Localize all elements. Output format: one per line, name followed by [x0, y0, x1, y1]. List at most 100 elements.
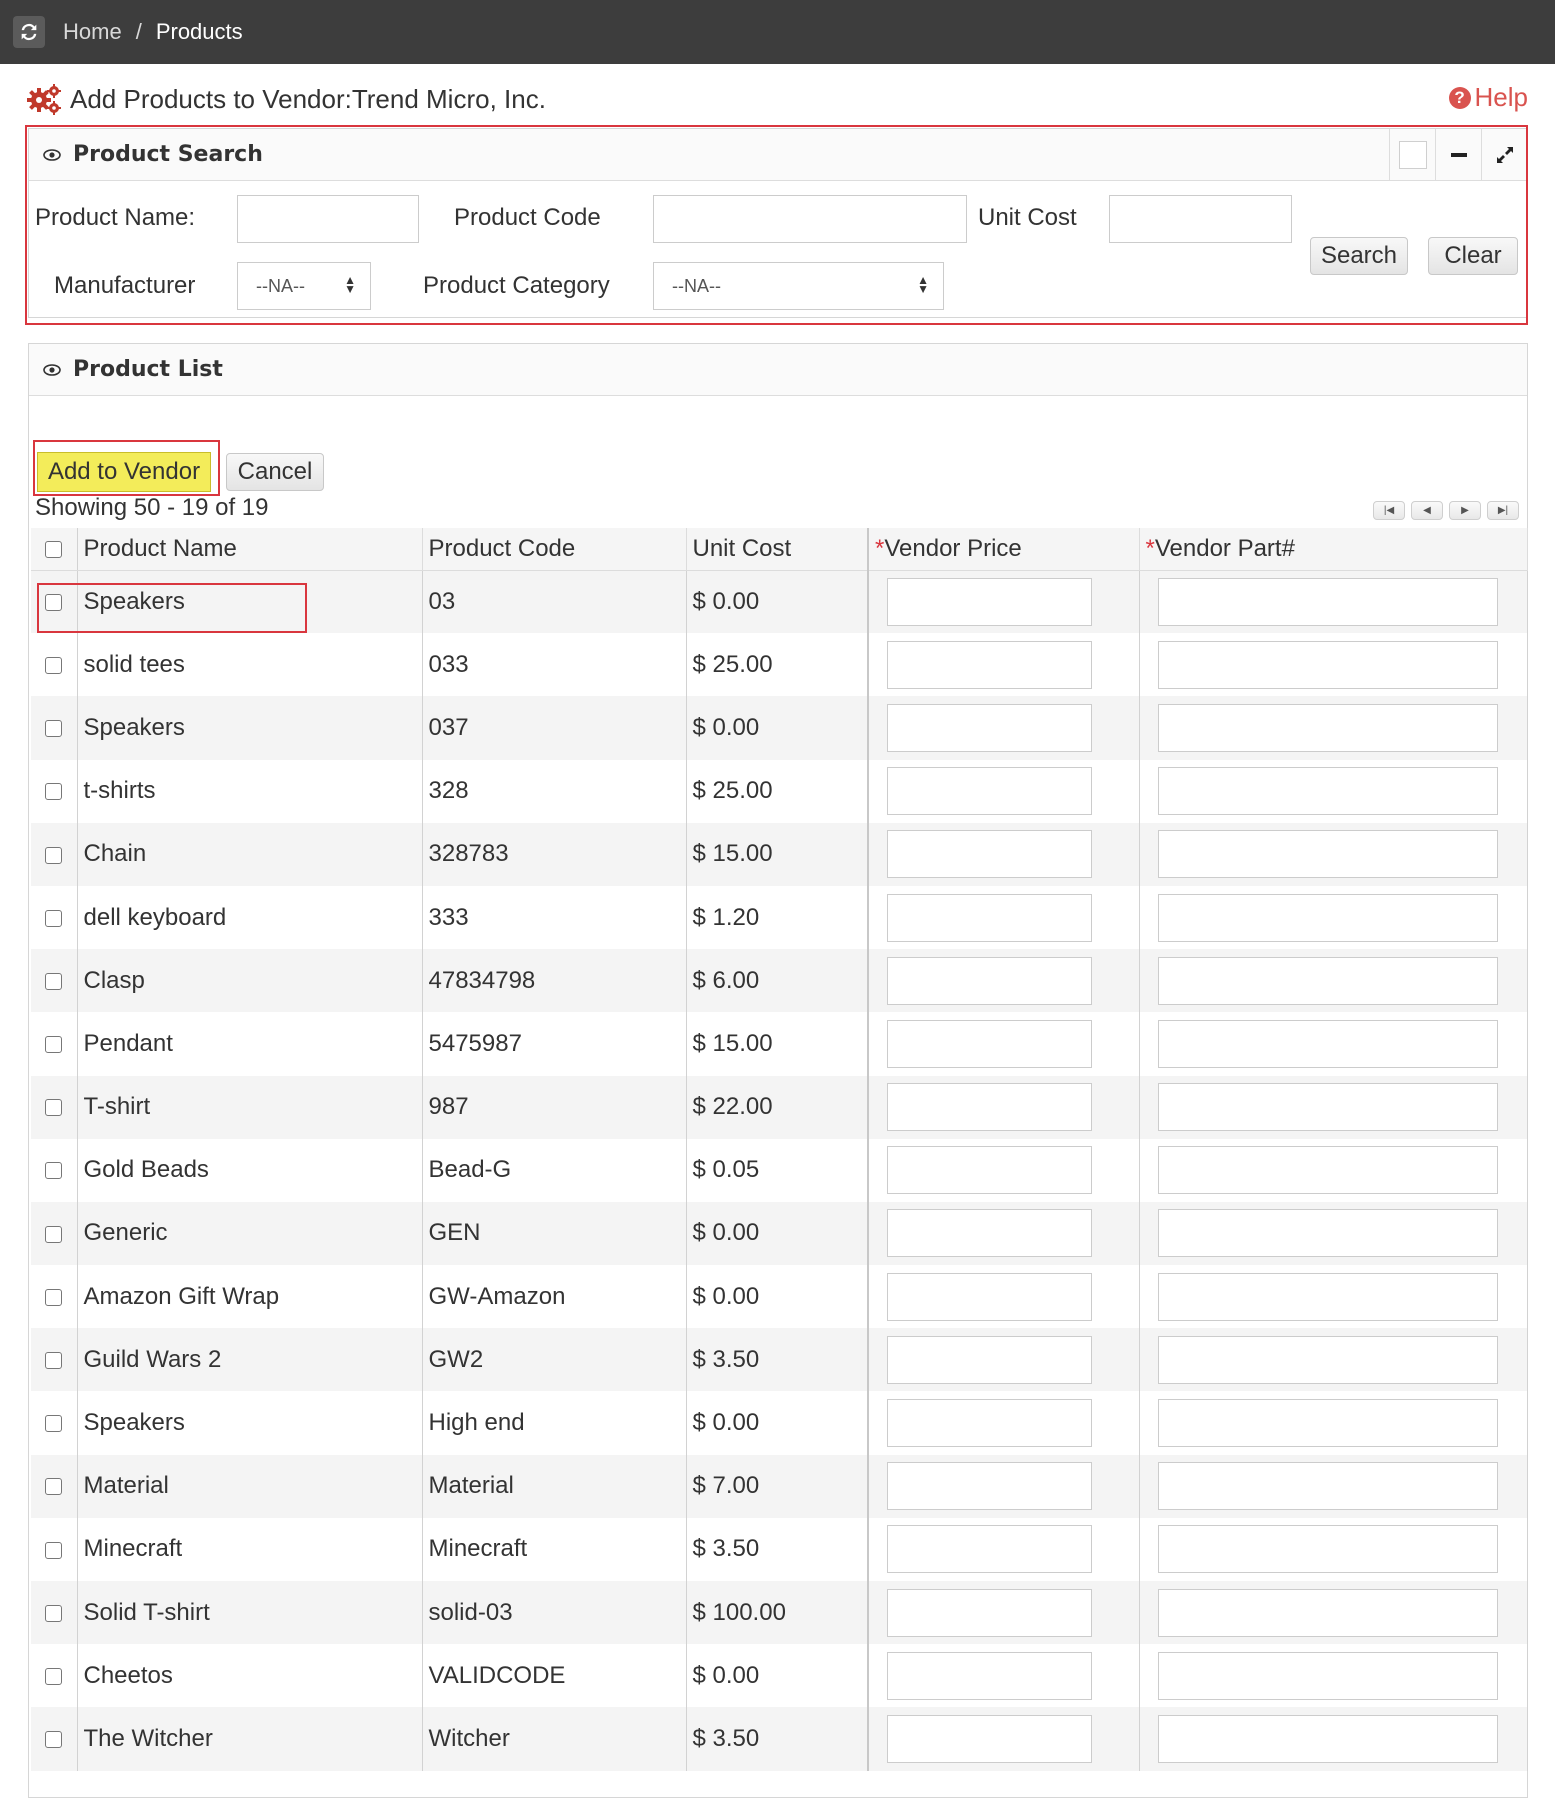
vendor-price-input[interactable] [887, 767, 1092, 816]
unit-cost-cell: $ 15.00 [686, 1012, 869, 1076]
row-checkbox[interactable] [44, 846, 62, 864]
row-checkbox[interactable] [44, 972, 62, 990]
product-name-cell: Speakers [77, 696, 423, 760]
vendor-part-input[interactable] [1157, 1714, 1498, 1763]
vendor-price-input[interactable] [887, 1335, 1092, 1384]
vendor-part-input[interactable] [1157, 1146, 1498, 1195]
product-name-cell: Speakers [77, 1391, 423, 1455]
vendor-price-input[interactable] [887, 1146, 1092, 1195]
unit-cost-input[interactable] [1109, 195, 1292, 243]
column-product-code[interactable]: Product Code [422, 528, 687, 571]
vendor-price-input[interactable] [887, 893, 1092, 942]
top-bar: Home / Products [0, 0, 1555, 64]
row-checkbox[interactable] [44, 1541, 62, 1559]
table-row: dell keyboard 333 $ 1.20 [31, 885, 1528, 950]
row-checkbox[interactable] [44, 783, 62, 801]
vendor-part-input[interactable] [1157, 577, 1498, 626]
vendor-price-cell [868, 1138, 1140, 1202]
product-code-cell: 037 [422, 696, 687, 760]
product-name-cell: Gold Beads [77, 1138, 423, 1202]
row-checkbox[interactable] [44, 1162, 62, 1180]
vendor-part-input[interactable] [1157, 830, 1498, 879]
row-checkbox[interactable] [44, 1604, 62, 1622]
breadcrumb-separator: / [135, 19, 142, 44]
first-page-button[interactable]: |◀ [1373, 501, 1405, 520]
next-page-button[interactable]: ▶ [1449, 501, 1481, 520]
product-code-cell: 333 [422, 885, 687, 950]
vendor-price-input[interactable] [887, 956, 1092, 1005]
breadcrumb-home[interactable]: Home [63, 19, 122, 45]
row-checkbox[interactable] [44, 1036, 62, 1054]
unit-cost-cell: $ 100.00 [686, 1581, 869, 1645]
vendor-part-input[interactable] [1157, 1399, 1498, 1448]
row-checkbox[interactable] [44, 656, 62, 674]
vendor-part-input[interactable] [1157, 767, 1498, 816]
product-code-input[interactable] [653, 195, 967, 243]
vendor-part-cell [1139, 1454, 1528, 1518]
row-checkbox[interactable] [44, 1288, 62, 1306]
vendor-part-input[interactable] [1157, 1651, 1498, 1700]
vendor-price-input[interactable] [887, 1462, 1092, 1511]
help-link[interactable]: ? Help [1448, 82, 1528, 113]
vendor-price-input[interactable] [887, 640, 1092, 689]
vendor-price-input[interactable] [887, 1399, 1092, 1448]
cancel-button[interactable]: Cancel [226, 453, 324, 491]
vendor-part-input[interactable] [1157, 956, 1498, 1005]
vendor-price-input[interactable] [887, 1525, 1092, 1574]
row-checkbox[interactable] [44, 909, 62, 927]
refresh-button[interactable] [13, 16, 45, 48]
vendor-price-input[interactable] [887, 1272, 1092, 1321]
product-list-title: Product List [73, 357, 223, 382]
vendor-price-input[interactable] [887, 1714, 1092, 1763]
select-all-checkbox[interactable] [44, 540, 62, 558]
row-checkbox[interactable] [44, 1352, 62, 1369]
vendor-price-input[interactable] [887, 830, 1092, 879]
row-checkbox[interactable] [44, 1225, 62, 1243]
product-code-cell: Bead-G [422, 1138, 687, 1202]
row-checkbox[interactable] [44, 1478, 62, 1496]
column-product-name[interactable]: Product Name [77, 528, 423, 571]
row-checkbox[interactable] [44, 1731, 62, 1749]
column-vendor-price[interactable]: *Vendor Price [868, 528, 1140, 571]
vendor-price-input[interactable] [887, 1651, 1092, 1700]
vendor-part-input[interactable] [1157, 1462, 1498, 1511]
pager: |◀ ◀ ▶ ▶| [1367, 501, 1519, 520]
product-category-select[interactable]: --NA-- ▲ ▼ [653, 262, 944, 310]
vendor-part-input[interactable] [1157, 1525, 1498, 1574]
vendor-part-input[interactable] [1157, 1083, 1498, 1132]
vendor-part-cell [1139, 570, 1528, 634]
column-unit-cost[interactable]: Unit Cost [686, 528, 869, 571]
vendor-price-cell [868, 696, 1140, 760]
vendor-part-input[interactable] [1157, 1588, 1498, 1637]
vendor-part-input[interactable] [1157, 703, 1498, 752]
search-button[interactable]: Search [1310, 237, 1408, 275]
row-checkbox-cell [31, 1454, 78, 1518]
vendor-part-input[interactable] [1157, 640, 1498, 689]
vendor-price-input[interactable] [887, 1588, 1092, 1637]
manufacturer-select[interactable]: --NA-- ▲ ▼ [237, 262, 371, 310]
column-vendor-part[interactable]: *Vendor Part# [1139, 528, 1528, 571]
vendor-part-input[interactable] [1157, 893, 1498, 942]
product-name-input[interactable] [237, 195, 419, 243]
vendor-price-input[interactable] [887, 1019, 1092, 1068]
row-checkbox[interactable] [44, 720, 62, 738]
vendor-part-input[interactable] [1157, 1019, 1498, 1068]
last-page-button[interactable]: ▶| [1487, 501, 1519, 520]
product-code-cell: GEN [422, 1201, 687, 1266]
vendor-price-input[interactable] [887, 703, 1092, 752]
vendor-price-input[interactable] [887, 1209, 1092, 1258]
row-checkbox[interactable] [44, 1667, 62, 1685]
prev-page-button[interactable]: ◀ [1411, 501, 1443, 520]
vendor-part-cell [1139, 885, 1528, 950]
row-checkbox[interactable] [44, 1099, 62, 1117]
product-code-cell: High end [422, 1391, 687, 1455]
product-code-cell: Material [422, 1454, 687, 1518]
vendor-part-input[interactable] [1157, 1209, 1498, 1258]
row-checkbox[interactable] [44, 1415, 62, 1433]
vendor-price-input[interactable] [887, 577, 1092, 626]
product-name-cell: Minecraft [77, 1517, 423, 1581]
clear-button[interactable]: Clear [1428, 237, 1518, 275]
vendor-price-input[interactable] [887, 1083, 1092, 1132]
vendor-part-input[interactable] [1157, 1335, 1498, 1384]
vendor-part-input[interactable] [1157, 1272, 1498, 1321]
